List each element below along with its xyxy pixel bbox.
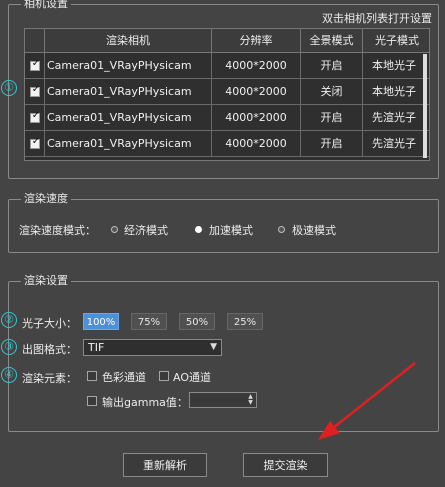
checkbox-cell: ✓	[25, 105, 45, 130]
camera-list-hint: 双击相机列表打开设置	[322, 12, 432, 25]
economy-label[interactable]: 经济模式	[124, 222, 168, 238]
photon-size-25-button[interactable]: 25%	[227, 313, 263, 330]
row-checkbox[interactable]: ✓	[30, 84, 41, 97]
camera-settings-title: 相机设置	[21, 0, 71, 11]
check-icon: ✓	[31, 110, 41, 121]
photon-cell: 先渲光子	[372, 137, 416, 150]
ao-channel-label[interactable]: AO通道	[173, 369, 211, 385]
column-header-resolution[interactable]: 分辨率	[212, 29, 301, 53]
marker-4: ④	[1, 367, 17, 383]
turbo-label[interactable]: 极速模式	[292, 222, 336, 238]
marker-3: ③	[1, 339, 17, 355]
column-header-panorama[interactable]: 全景模式	[301, 29, 363, 53]
table-scrollbar[interactable]	[423, 54, 427, 158]
camera-cell: Camera01_VRayPHysicam	[45, 105, 212, 130]
submit-render-button[interactable]: 提交渲染	[243, 453, 328, 477]
checkbox-cell: ✓	[25, 79, 45, 104]
resolution-cell: 4000*2000	[212, 105, 301, 130]
photon-size-75-button[interactable]: 75%	[131, 313, 167, 330]
check-icon: ✓	[31, 84, 41, 95]
spinner-arrows-icon[interactable]: ▲ ▼	[246, 394, 255, 406]
gamma-label[interactable]: 输出gamma值：	[102, 394, 188, 410]
photon-size-100-button[interactable]: 100%	[83, 313, 119, 330]
color-channel-checkbox[interactable]	[87, 371, 97, 381]
camera-table-header: 渲染相机 分辨率 全景模式 光子模式	[25, 29, 429, 53]
color-channel-label[interactable]: 色彩通道	[102, 369, 146, 385]
check-icon: ✓	[31, 136, 41, 147]
row-checkbox[interactable]: ✓	[30, 58, 41, 71]
resolution-cell: 4000*2000	[212, 79, 301, 104]
photon-size-50-button[interactable]: 50%	[179, 313, 215, 330]
render-elements-label: 渲染元素：	[22, 372, 77, 385]
output-format-value: TIF	[88, 341, 105, 354]
camera-cell: Camera01_VRayPHysicam	[45, 131, 212, 156]
output-format-label: 出图格式：	[22, 343, 77, 356]
table-row[interactable]: ✓ Camera01_VRayPHysicam 4000*2000 开启 本地光…	[25, 53, 429, 79]
render-settings-title: 渲染设置	[21, 274, 71, 288]
panorama-cell: 关闭	[301, 79, 363, 104]
checkbox-cell: ✓	[25, 53, 45, 78]
turbo-radio[interactable]	[278, 226, 285, 233]
table-row[interactable]: ✓ Camera01_VRayPHysicam 4000*2000 开启 先渲光…	[25, 105, 429, 131]
camera-table: 渲染相机 分辨率 全景模式 光子模式 ✓ Camera01_VRayPHysic…	[24, 28, 430, 161]
reparse-button[interactable]: 重新解析	[123, 453, 207, 477]
photon-cell: 先渲光子	[372, 111, 416, 124]
column-header-checkbox	[25, 29, 45, 53]
gamma-spinbox[interactable]: ▲ ▼	[189, 392, 257, 408]
row-checkbox[interactable]: ✓	[30, 110, 41, 123]
table-row[interactable]: ✓ Camera01_VRayPHysicam 4000*2000 开启 先渲光…	[25, 131, 429, 157]
chevron-down-icon: ▼	[210, 342, 217, 352]
panorama-cell: 开启	[301, 105, 363, 130]
gamma-checkbox[interactable]	[87, 396, 97, 406]
render-speed-title: 渲染速度	[21, 192, 71, 206]
camera-cell: Camera01_VRayPHysicam	[45, 53, 212, 78]
checkbox-cell: ✓	[25, 131, 45, 156]
column-header-camera[interactable]: 渲染相机	[45, 29, 212, 53]
panorama-cell: 开启	[301, 131, 363, 156]
marker-1: ①	[1, 80, 17, 96]
ao-channel-checkbox[interactable]	[159, 371, 169, 381]
camera-cell: Camera01_VRayPHysicam	[45, 79, 212, 104]
accelerate-radio[interactable]	[195, 226, 202, 233]
accelerate-label[interactable]: 加速模式	[209, 222, 253, 238]
column-header-photon[interactable]: 光子模式	[363, 29, 431, 53]
photon-cell: 本地光子	[372, 59, 416, 72]
row-checkbox[interactable]: ✓	[30, 136, 41, 149]
check-icon: ✓	[31, 58, 41, 69]
panorama-cell: 开启	[301, 53, 363, 78]
photon-cell: 本地光子	[372, 85, 416, 98]
photon-size-label: 光子大小：	[22, 317, 77, 330]
marker-2: ②	[1, 312, 17, 328]
table-row[interactable]: ✓ Camera01_VRayPHysicam 4000*2000 关闭 本地光…	[25, 79, 429, 105]
output-format-select[interactable]: TIF ▼	[83, 339, 222, 356]
resolution-cell: 4000*2000	[212, 53, 301, 78]
speed-mode-label: 渲染速度模式：	[19, 224, 96, 237]
economy-radio[interactable]	[111, 226, 118, 233]
resolution-cell: 4000*2000	[212, 131, 301, 156]
